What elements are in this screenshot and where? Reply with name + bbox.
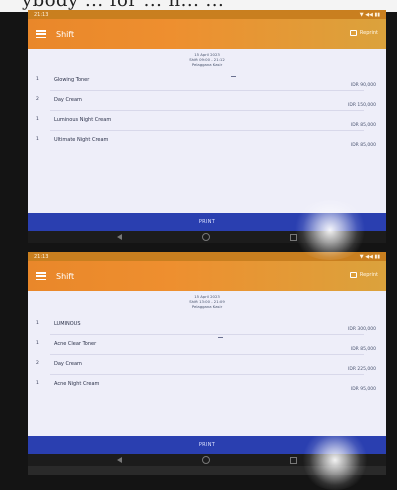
- list-item[interactable]: 2 Day Cream IDR 150,000: [28, 91, 386, 111]
- item-name: Acne Night Cream: [54, 381, 100, 387]
- item-price: IDR 150,000: [348, 103, 376, 108]
- back-icon[interactable]: [117, 457, 122, 463]
- item-name: Ultimate Night Cream: [54, 137, 109, 143]
- item-qty: 1: [36, 117, 39, 122]
- list-item[interactable]: 1 Glowing Toner IDR 90,000: [28, 71, 386, 91]
- status-icons: ▼ ◀◀ ▮▮: [359, 11, 380, 18]
- item-name: Day Cream: [54, 361, 82, 367]
- reprint-label: Reprint: [359, 272, 378, 278]
- list-item[interactable]: 1 Ultimate Night Cream IDR 85,000: [28, 131, 386, 151]
- item-price: IDR 85,000: [350, 347, 376, 352]
- back-icon[interactable]: [117, 234, 122, 240]
- menu-icon[interactable]: [36, 30, 46, 38]
- reprint-label: Reprint: [359, 30, 378, 36]
- status-time: 21:13: [34, 253, 49, 260]
- shift-store: Pelaggana Kasir: [191, 304, 223, 309]
- page-title: Shift: [56, 271, 75, 281]
- printer-icon: [349, 272, 357, 278]
- shift-store: Pelaggana Kasir: [191, 62, 223, 67]
- camera-flash-glare: [300, 430, 370, 490]
- list-item[interactable]: 1 Luminous Night Cream IDR 85,000: [28, 111, 386, 131]
- app-bar: Shift Reprint: [28, 261, 386, 291]
- printer-icon: [349, 30, 357, 36]
- item-name: Acne Clear Toner: [54, 341, 97, 347]
- item-name: Luminous Night Cream: [54, 117, 112, 123]
- item-price: IDR 85,000: [350, 123, 376, 128]
- status-time: 21:13: [34, 11, 49, 18]
- app-bar: Shift Reprint: [28, 19, 386, 49]
- list-item[interactable]: 1 Acne Clear Toner IDR 85,000: [28, 335, 386, 355]
- item-qty: 1: [36, 341, 39, 346]
- item-qty: 2: [36, 361, 39, 366]
- list-item[interactable]: 2 Day Cream IDR 225,000: [28, 355, 386, 375]
- shift-summary: 15 April 2023 Shift 13:00 - 21:09 Pelagg…: [28, 291, 386, 436]
- item-qty: 1: [36, 381, 39, 386]
- recent-apps-icon[interactable]: [290, 456, 297, 464]
- item-price: IDR 95,000: [350, 387, 376, 392]
- shift-summary: 15 April 2023 Shift 09:00 - 21:12 Pelagg…: [28, 49, 386, 213]
- menu-icon[interactable]: [36, 272, 46, 280]
- status-icons: ▼ ◀◀ ▮▮: [359, 253, 380, 260]
- item-qty: 1: [36, 321, 39, 326]
- item-qty: 1: [36, 137, 39, 142]
- page-title: Shift: [56, 29, 75, 39]
- list-item[interactable]: 1 LUMINOUS IDR 300,000: [28, 315, 386, 335]
- list-item[interactable]: 1 Acne Night Cream IDR 95,000: [28, 375, 386, 395]
- shift-info: 15 April 2023 Shift 13:00 - 21:09 Pelagg…: [28, 291, 386, 309]
- item-qty: 2: [36, 97, 39, 102]
- item-price: IDR 300,000: [348, 327, 376, 332]
- item-qty: 1: [36, 77, 39, 82]
- item-name: Glowing Toner: [54, 77, 90, 83]
- item-price: IDR 85,000: [350, 143, 376, 148]
- home-icon[interactable]: [202, 456, 210, 464]
- item-name: LUMINOUS: [54, 321, 81, 327]
- item-name: Day Cream: [54, 97, 82, 103]
- camera-flash-glare: [290, 200, 370, 260]
- item-price: IDR 225,000: [348, 367, 376, 372]
- reprint-button[interactable]: Reprint: [349, 30, 378, 36]
- item-price: IDR 90,000: [350, 83, 376, 88]
- home-icon[interactable]: [202, 233, 210, 241]
- status-bar: 21:13 ▼ ◀◀ ▮▮: [28, 10, 386, 19]
- reprint-button[interactable]: Reprint: [349, 272, 378, 278]
- shift-info: 15 April 2023 Shift 09:00 - 21:12 Pelagg…: [28, 49, 386, 67]
